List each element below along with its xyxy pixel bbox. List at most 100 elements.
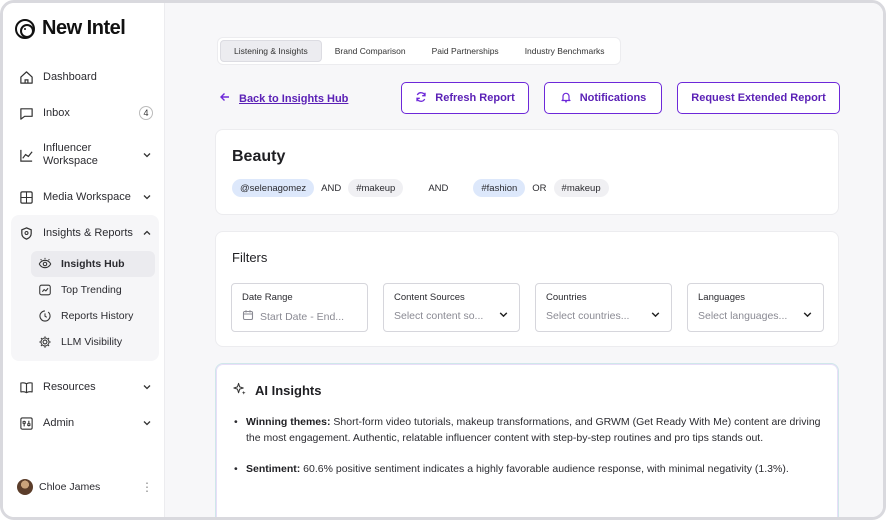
bullet-text: Sentiment: 60.6% positive sentiment indi… [246,461,789,477]
request-extended-report-label: Request Extended Report [691,92,826,104]
sidebar-item-label: Insights & Reports [43,226,133,239]
more-options-icon[interactable]: ⋮ [141,480,153,494]
bullet-heading: Winning themes: [246,416,331,428]
countries-placeholder: Select countries... [546,310,630,322]
query-operator: AND [321,182,342,194]
user-name: Chloe James [39,481,101,493]
chevron-down-icon[interactable] [141,149,153,161]
bullet-dot: • [234,416,238,428]
bullet-body: Short-form video tutorials, makeup trans… [246,416,821,444]
logo-icon [15,18,35,39]
field-label: Date Range [242,292,293,303]
chevron-down-icon[interactable] [141,417,153,429]
ai-insights-title: AI Insights [255,382,322,398]
sidebar-item-resources[interactable]: Resources [11,369,159,405]
sidebar: New Intel Dashboard Inbox 4 Influencer W… [3,3,165,517]
list-item: • Winning themes: Short-form video tutor… [234,414,824,446]
sidebar-item-label: Resources [43,380,96,393]
refresh-report-button[interactable]: Refresh Report [401,82,529,114]
tab-listening-insights[interactable]: Listening & Insights [220,40,322,62]
chevron-down-icon[interactable] [141,191,153,203]
sidebar-subitem-llm-visibility[interactable]: LLM Visibility [31,329,155,355]
field-value: Select languages... [698,309,813,323]
list-item: • Sentiment: 60.6% positive sentiment in… [234,461,824,477]
chevron-down-icon [802,309,813,323]
trending-icon [37,282,53,298]
sidebar-item-label: Inbox [43,106,70,119]
gear-icon [37,334,53,350]
sidebar-item-label: Admin [43,416,75,429]
languages-select[interactable]: Languages Select languages... [687,283,824,332]
sparkle-icon [232,381,247,399]
sidebar-subitem-label: Top Trending [61,284,122,296]
languages-placeholder: Select languages... [698,310,788,322]
sidebar-item-admin[interactable]: Admin [11,405,159,441]
bullet-body: 60.6% positive sentiment indicates a hig… [300,463,789,475]
request-extended-report-button[interactable]: Request Extended Report [677,82,840,114]
content-sources-select[interactable]: Content Sources Select content so... [383,283,520,332]
sidebar-subitem-label: Insights Hub [61,258,125,270]
field-value: Select countries... [546,309,661,323]
sidebar-subitem-label: LLM Visibility [61,336,123,348]
date-range-placeholder: Start Date - End... [260,310,345,323]
sidebar-subitem-reports-history[interactable]: Reports History [31,303,155,329]
sidebar-item-influencer-workspace[interactable]: Influencer Workspace [11,131,159,179]
filters-title: Filters [232,250,268,265]
query-chip[interactable]: #fashion [473,179,526,197]
bullet-dot: • [234,463,238,475]
back-link[interactable]: Back to Insights Hub [219,91,348,106]
query-chip[interactable]: #makeup [553,179,609,197]
ai-insights-header: AI Insights [232,381,321,399]
sidebar-item-label: Influencer Workspace [43,142,98,167]
home-icon [17,68,35,86]
content-sources-placeholder: Select content so... [394,310,484,322]
ai-insights-card: AI Insights • Winning themes: Short-form… [215,363,839,517]
insights-group: Insights & Reports Insights Hub Top Tren… [11,215,159,361]
sidebar-item-label: Dashboard [43,70,97,83]
avatar [17,479,33,495]
query-chip[interactable]: #makeup [348,179,404,197]
sidebar-item-media-workspace[interactable]: Media Workspace [11,179,159,215]
query-chip[interactable]: @selenagomez [232,179,315,197]
sidebar-subitem-label: Reports History [61,310,134,322]
sidebar-subitem-insights-hub[interactable]: Insights Hub [31,251,155,277]
back-link-label: Back to Insights Hub [239,92,349,105]
field-value: Start Date - End... [242,309,357,324]
media-icon [17,188,35,206]
sidebar-subitem-top-trending[interactable]: Top Trending [31,277,155,303]
history-icon [37,308,53,324]
insights-submenu: Insights Hub Top Trending Reports Histor… [11,251,159,355]
sidebar-item-insights-reports[interactable]: Insights & Reports [11,215,159,251]
sidebar-item-label: Media Workspace [43,190,131,203]
chevron-down-icon[interactable] [141,381,153,393]
chevron-up-icon[interactable] [141,227,153,239]
filters-card: Filters Date Range Start Date - End... C… [215,231,839,347]
tab-industry-benchmarks[interactable]: Industry Benchmarks [512,40,618,62]
query-card: Beauty @selenagomez AND #makeup AND #fas… [215,129,839,215]
notifications-button[interactable]: Notifications [544,82,662,114]
user-profile[interactable]: Chloe James ⋮ [17,479,153,495]
field-value: Select content so... [394,309,509,323]
arrow-left-icon [219,91,231,106]
report-tabs: Listening & Insights Brand Comparison Pa… [217,37,621,65]
date-range-field[interactable]: Date Range Start Date - End... [231,283,368,332]
tab-brand-comparison[interactable]: Brand Comparison [322,40,419,62]
query-chips: @selenagomez AND #makeup AND #fashion OR… [232,179,609,197]
bullet-heading: Sentiment: [246,463,301,475]
sidebar-item-dashboard[interactable]: Dashboard [11,59,159,95]
field-label: Languages [698,292,746,303]
tab-paid-partnerships[interactable]: Paid Partnerships [419,40,512,62]
calendar-icon [242,309,254,324]
shield-icon [17,224,35,242]
sidebar-nav: Dashboard Inbox 4 Influencer Workspace M… [11,59,159,441]
countries-select[interactable]: Countries Select countries... [535,283,672,332]
logo[interactable]: New Intel [15,17,126,40]
admin-icon [17,414,35,432]
message-icon [17,104,35,122]
book-icon [17,378,35,396]
notifications-label: Notifications [579,92,647,104]
field-label: Content Sources [394,292,465,303]
refresh-report-label: Refresh Report [435,92,515,104]
app-name: New Intel [42,17,126,39]
sidebar-item-inbox[interactable]: Inbox 4 [11,95,159,131]
